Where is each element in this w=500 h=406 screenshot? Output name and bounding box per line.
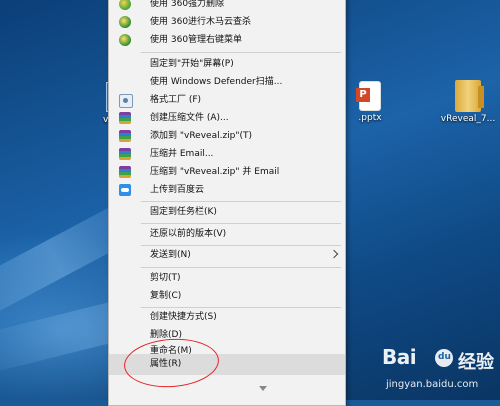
menu-item-cut[interactable]: 剪切(T) (109, 269, 345, 287)
menu-item-label: 使用 360强力删除 (150, 0, 225, 9)
desktop-icon-label: vReveal_7... (440, 114, 496, 124)
winrar-icon (119, 130, 131, 142)
menu-item-label: 创建快捷方式(S) (150, 312, 217, 322)
menu-item-compress-zip-email[interactable]: 压缩到 "vReveal.zip" 并 Email (109, 163, 345, 181)
menu-item-label: 固定到"开始"屏幕(P) (150, 59, 234, 69)
menu-item-defender-scan[interactable]: 使用 Windows Defender扫描... (109, 73, 345, 91)
menu-item-label: 添加到 "vReveal.zip"(T) (150, 131, 253, 141)
baidu-cloud-icon (119, 184, 131, 196)
menu-item-pin-to-start[interactable]: 固定到"开始"屏幕(P) (109, 55, 345, 73)
360-icon (119, 0, 131, 10)
menu-item-label: 使用 Windows Defender扫描... (150, 77, 283, 87)
baidu-jingyan-watermark: Bai 经验 jingyan.baidu.com (362, 345, 500, 400)
menu-item-label: 剪切(T) (150, 273, 181, 283)
menu-item-create-shortcut[interactable]: 创建快捷方式(S) (109, 308, 345, 326)
context-menu: 使用 360强力删除 使用 360进行木马云查杀 使用 360管理右键菜单 固定… (108, 0, 346, 406)
menu-item-add-to-zip[interactable]: 添加到 "vReveal.zip"(T) (109, 127, 345, 145)
menu-item-label: 压缩并 Email... (150, 149, 214, 159)
menu-item-create-archive[interactable]: 创建压缩文件 (A)... (109, 109, 345, 127)
menu-item-restore-versions[interactable]: 还原以前的版本(V) (109, 225, 345, 243)
menu-item-360-force-delete[interactable]: 使用 360强力删除 (109, 0, 345, 13)
menu-separator (141, 223, 341, 224)
menu-item-360-manage-menu[interactable]: 使用 360管理右键菜单 (109, 31, 345, 49)
360-scan-icon (119, 16, 131, 28)
desktop-icon-pptx[interactable]: .pptx (340, 82, 400, 123)
menu-item-send-to[interactable]: 发送到(N) (109, 246, 345, 264)
watermark-brand-tail: 经验 (458, 352, 494, 373)
menu-item-label: 固定到任务栏(K) (150, 207, 217, 217)
desktop-icon-label: .pptx (358, 113, 382, 123)
menu-item-format-factory[interactable]: 格式工厂 (F) (109, 91, 345, 109)
menu-item-label: 还原以前的版本(V) (150, 229, 227, 239)
menu-item-label: 发送到(N) (150, 250, 191, 260)
menu-item-label: 使用 360管理右键菜单 (150, 35, 243, 45)
menu-item-pin-to-taskbar[interactable]: 固定到任务栏(K) (109, 203, 345, 221)
menu-item-label: 使用 360进行木马云查杀 (150, 17, 252, 27)
menu-item-label: 创建压缩文件 (A)... (150, 113, 229, 123)
zip-folder-icon (455, 80, 484, 112)
chevron-right-icon (329, 249, 339, 259)
menu-item-copy[interactable]: 复制(C) (109, 287, 345, 305)
360-menu-icon (119, 34, 131, 46)
menu-separator (141, 52, 341, 53)
winrar-icon (119, 148, 131, 160)
menu-separator (141, 267, 341, 268)
watermark-url: jingyan.baidu.com (386, 379, 479, 390)
menu-item-360-trojan-scan[interactable]: 使用 360进行木马云查杀 (109, 13, 345, 31)
winrar-icon (119, 166, 131, 178)
watermark-brand: Bai (382, 345, 417, 369)
menu-item-label: 压缩到 "vReveal.zip" 并 Email (150, 167, 280, 177)
winrar-icon (119, 112, 131, 124)
menu-item-label: 上传到百度云 (150, 185, 205, 195)
powerpoint-file-icon (356, 82, 380, 110)
menu-item-upload-baidu-cloud[interactable]: 上传到百度云 (109, 181, 345, 199)
desktop-icon-vreveal-archive[interactable]: vReveal_7... (437, 80, 499, 124)
menu-item-label: 格式工厂 (F) (150, 95, 202, 105)
menu-item-label: 属性(R) (150, 359, 182, 369)
menu-separator (141, 201, 341, 202)
scroll-down-arrow-icon[interactable] (259, 386, 267, 391)
menu-item-label: 复制(C) (150, 291, 182, 301)
menu-item-compress-email[interactable]: 压缩并 Email... (109, 145, 345, 163)
baidu-paw-icon (435, 349, 453, 367)
menu-item-properties[interactable]: 属性(R) (109, 354, 345, 375)
format-factory-icon (119, 94, 133, 108)
